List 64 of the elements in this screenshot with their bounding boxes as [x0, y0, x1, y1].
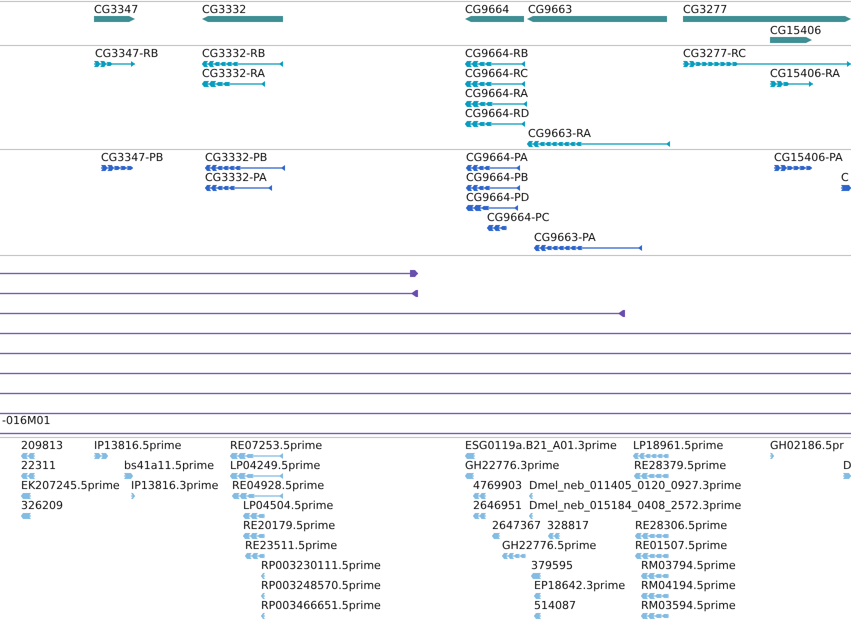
est-label: RE07253.5prime [230, 440, 322, 452]
est-label: 209813 [21, 440, 63, 452]
protein-label: CG3347-PB [101, 152, 164, 164]
est-label: Dmel_neb_015184_0408_2572.3prime [529, 500, 742, 512]
est-label: RM03794.5prime [641, 560, 736, 572]
est-label: RE28306.5prime [635, 520, 728, 532]
est-label: D [843, 460, 851, 472]
protein-label: CG9664-PA [466, 152, 528, 164]
gene-label: CG9664 [465, 4, 510, 16]
est-label: EK207245.5prime [21, 480, 120, 492]
protein-label: CG3332-PA [205, 172, 267, 184]
protein-label: CG9663-PA [534, 232, 596, 244]
est-label: RE01507.5prime [635, 540, 728, 552]
est-label: RM04194.5prime [641, 580, 736, 592]
est-label: 326209 [21, 500, 63, 512]
transcript-label: CG3277-RC [683, 48, 746, 60]
est-label: ESG0119a.B21_A01.3prime [465, 440, 617, 452]
transcript-label: CG9663-RA [528, 128, 591, 140]
gene-label: CG15406 [770, 25, 822, 37]
est-label: LP04249.5prime [230, 460, 320, 472]
est-label: EP18642.3prime [534, 580, 626, 592]
gene-label: CG9663 [528, 4, 572, 16]
protein-label: CG9664-PD [466, 192, 530, 204]
est-label: RE20179.5prime [243, 520, 336, 532]
est-label: RE23511.5prime [245, 540, 338, 552]
est-label: GH22776.5prime [502, 540, 596, 552]
est-label: RP003248570.5prime [261, 580, 381, 592]
est-label: RM03594.5prime [641, 600, 736, 612]
est-label: Dmel_neb_011405_0120_0927.3prime [529, 480, 742, 492]
alignment-label: -016M01 [2, 415, 50, 427]
est-label: 4769903 [473, 480, 522, 492]
est-label: 22311 [21, 460, 56, 472]
est-label: RP003466651.5prime [261, 600, 381, 612]
est-label: bs41a11.5prime [124, 460, 214, 472]
est-label: RE04928.5prime [232, 480, 324, 492]
est-label: 2646951 [473, 500, 522, 512]
protein-label: CG15406-PA [774, 152, 843, 164]
transcript-label: CG3347-RB [95, 48, 158, 60]
protein-label: C [841, 172, 849, 184]
est-label: RE28379.5prime [634, 460, 726, 472]
transcript-label: CG3332-RB [202, 48, 266, 60]
transcript-label: CG9664-RA [465, 88, 528, 100]
est-label: 2647367 [492, 520, 541, 532]
est-label: 514087 [534, 600, 576, 612]
gene-label: CG3277 [683, 4, 728, 16]
transcript-label: CG3332-RA [202, 68, 265, 80]
est-label: GH02186.5pr [770, 440, 844, 452]
gene-label: CG3347 [94, 4, 138, 16]
protein-label: CG9664-PB [466, 172, 528, 184]
transcript-label: CG9664-RB [465, 48, 528, 60]
est-label: RP003230111.5prime [261, 560, 381, 572]
transcript-label: CG9664-RC [465, 68, 528, 80]
transcript-label: CG9664-RD [465, 108, 530, 120]
transcript-label: CG15406-RA [770, 68, 840, 80]
protein-label: CG3332-PB [205, 152, 268, 164]
est-label: IP13816.3prime [131, 480, 218, 492]
gene-label: CG3332 [202, 4, 246, 16]
est-label: 328817 [547, 520, 589, 532]
protein-label: CG9664-PC [487, 212, 550, 224]
est-label: GH22776.3prime [465, 460, 560, 472]
est-label: IP13816.5prime [94, 440, 182, 452]
est-label: 379595 [531, 560, 573, 572]
est-label: LP04504.5prime [243, 500, 334, 512]
est-label: LP18961.5prime [633, 440, 724, 452]
